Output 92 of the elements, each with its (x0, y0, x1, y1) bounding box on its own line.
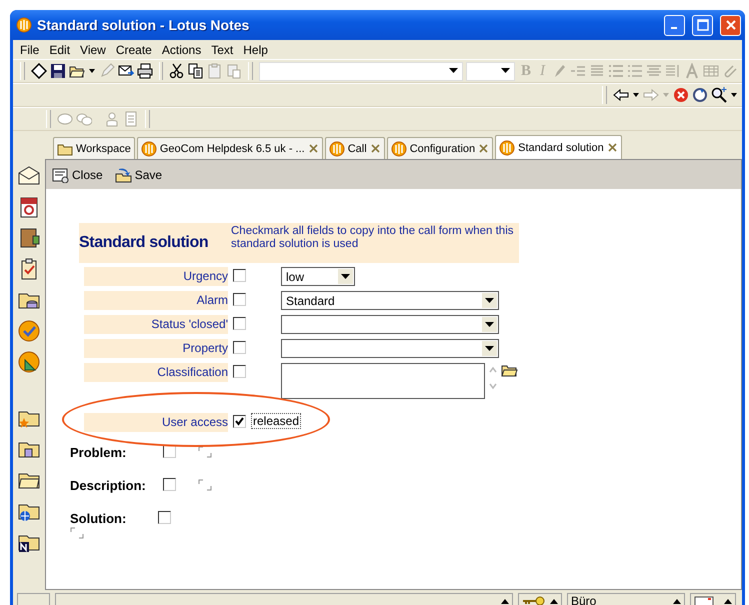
size-dropdown[interactable] (466, 62, 515, 80)
maximize-icon[interactable] (696, 19, 708, 31)
tab[interactable]: GeoCom Helpdesk 6.5 uk - ... (136, 137, 323, 159)
dropdown[interactable] (281, 315, 499, 334)
close-document-icon (52, 166, 70, 182)
form-hint: Checkmark all fields to copy into the call form when this standard solution is used (230, 224, 515, 252)
menu-item[interactable]: File (15, 42, 44, 56)
up-arrow-icon (724, 598, 732, 604)
caret-icon[interactable] (485, 346, 494, 352)
field-label: Urgency (84, 267, 228, 286)
new-icon[interactable] (30, 63, 47, 79)
up-arrow-icon (550, 598, 558, 604)
rich-text-field[interactable] (198, 446, 212, 458)
field-label: Solution: (70, 511, 128, 526)
printer-icon[interactable] (136, 63, 153, 79)
field-label: Classification (84, 363, 228, 382)
scissors-icon[interactable] (169, 63, 186, 79)
up-arrow-icon[interactable] (501, 598, 509, 604)
caret-icon[interactable] (485, 322, 494, 328)
field-label: Description: (70, 478, 147, 493)
maximize-button[interactable] (692, 14, 713, 36)
copy-icon[interactable] (188, 63, 204, 79)
tab[interactable]: Configuration (386, 137, 494, 159)
caret-icon[interactable] (341, 274, 350, 280)
field-corners-icon (70, 527, 84, 539)
checkbox[interactable] (233, 317, 246, 330)
logo-icon (328, 140, 345, 156)
checkbox[interactable] (233, 269, 246, 282)
logo-icon (140, 140, 157, 156)
stop-icon[interactable] (673, 87, 689, 103)
triangle-logo-icon[interactable] (17, 350, 41, 374)
close-icon[interactable] (606, 142, 618, 153)
checkbox[interactable] (158, 511, 171, 524)
menu-item[interactable]: Text (206, 42, 238, 56)
logo-icon (499, 140, 516, 156)
menu-item[interactable]: Create (110, 42, 157, 56)
inbox-icon (694, 595, 714, 605)
close-icon[interactable] (370, 143, 381, 154)
checkbox[interactable] (233, 341, 246, 354)
field-label: Property (84, 339, 228, 358)
dropdown[interactable]: low (281, 267, 355, 286)
checkmark-logo-icon[interactable] (17, 319, 41, 343)
close-icon[interactable] (308, 143, 319, 154)
logo-icon (390, 140, 407, 156)
checkbox[interactable] (233, 415, 246, 428)
minimize-button[interactable] (664, 14, 685, 36)
form-title: Standard solution (79, 234, 210, 252)
key-icon (522, 595, 545, 605)
tab[interactable]: Call (324, 137, 385, 159)
back-arrow-icon[interactable] (613, 87, 629, 103)
field-label: Status 'closed' (84, 315, 228, 334)
checkbox[interactable] (233, 365, 246, 378)
checkbox-label: released (251, 413, 302, 429)
up-arrow-icon (673, 598, 681, 604)
save-folder-icon (114, 166, 133, 182)
rich-text-field[interactable] (198, 479, 212, 491)
field-label: Alarm (84, 291, 228, 310)
menu-item[interactable]: Help (238, 42, 273, 56)
menu-item[interactable]: View (75, 42, 111, 56)
logo-icon (16, 17, 32, 33)
caret-icon[interactable] (632, 91, 640, 99)
tab[interactable]: Standard solution (495, 135, 622, 159)
menu-item[interactable]: Edit (44, 42, 76, 56)
security-status[interactable] (518, 593, 562, 605)
refresh-icon[interactable] (692, 87, 708, 103)
save-icon[interactable] (50, 63, 66, 79)
caret-icon[interactable] (449, 68, 458, 74)
dropdown[interactable]: Standard (281, 291, 499, 310)
field-label: User access (84, 413, 228, 432)
folder-button-icon[interactable] (501, 363, 518, 377)
close-button[interactable] (720, 14, 741, 36)
action-button[interactable]: Close (52, 166, 103, 182)
dropdown[interactable] (281, 339, 499, 358)
location-selector[interactable]: Büro (567, 593, 685, 605)
window-title: Standard solution - Lotus Notes (37, 17, 250, 33)
tab[interactable]: Workspace (53, 137, 135, 159)
menu-item[interactable]: Actions (156, 42, 206, 56)
caret-icon[interactable] (88, 67, 96, 75)
checkbox[interactable] (163, 478, 176, 491)
caret-icon[interactable] (500, 68, 510, 74)
caret-icon[interactable] (730, 91, 738, 99)
action-button[interactable]: Save (114, 166, 162, 182)
mail-status[interactable] (690, 593, 736, 605)
search-icon[interactable] (711, 87, 727, 103)
close-icon[interactable] (478, 143, 490, 154)
field-label: Problem: (70, 445, 128, 460)
field-corners-icon (198, 479, 212, 491)
text-field[interactable] (281, 363, 485, 399)
rich-text-field[interactable] (70, 527, 84, 539)
caret-icon[interactable] (485, 298, 494, 304)
field-corners-icon (198, 446, 212, 458)
checkbox[interactable] (233, 293, 246, 306)
